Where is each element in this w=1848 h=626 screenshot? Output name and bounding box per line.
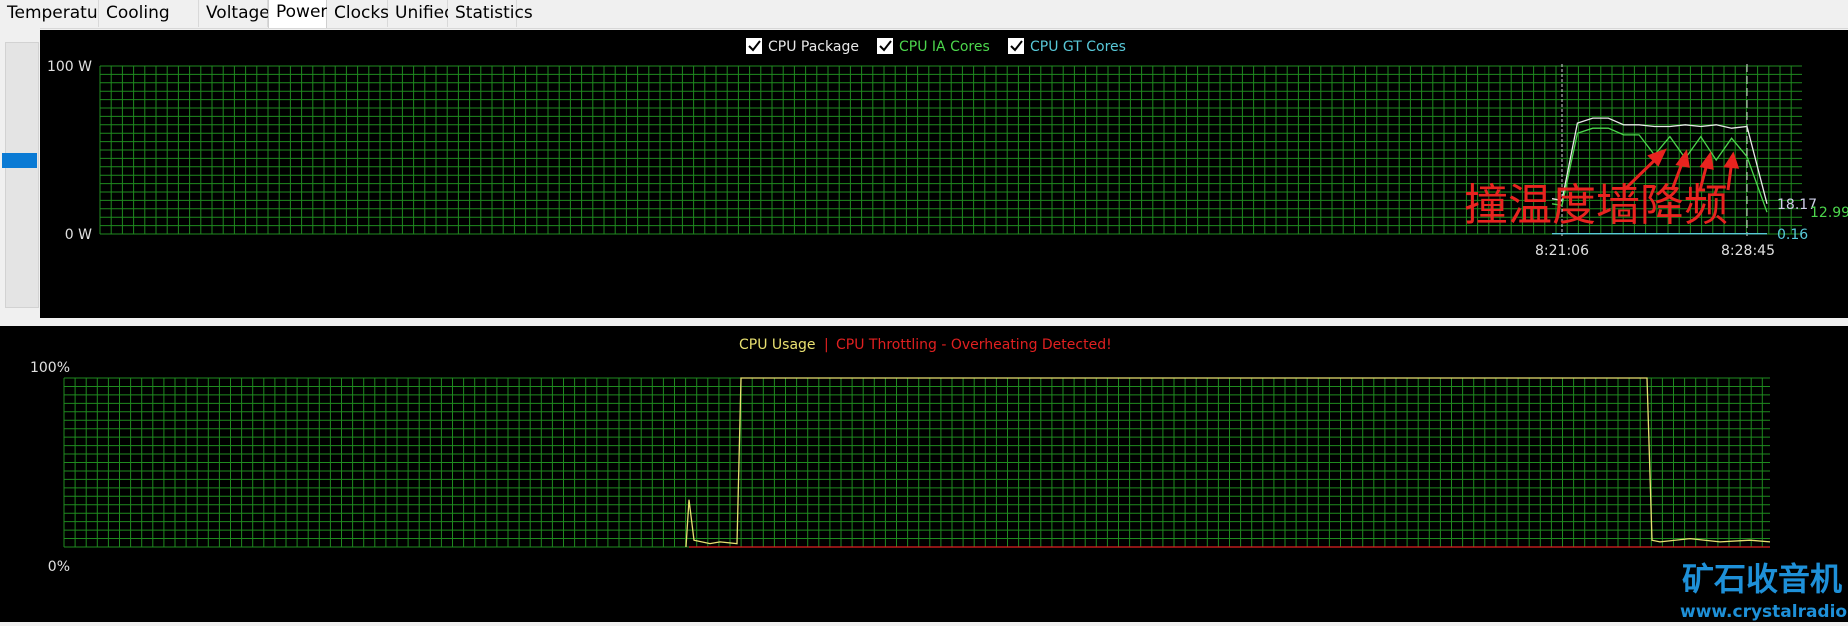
value-cpu-ia-cores: 12.99	[1810, 205, 1848, 221]
legend-cpu-gt-cores[interactable]: CPU GT Cores	[1008, 38, 1126, 55]
usage-chart: CPU Usage | CPU Throttling - Overheating…	[30, 337, 1848, 622]
tab-statistics[interactable]: Statistics	[448, 0, 533, 27]
legend-cpu-ia-cores[interactable]: CPU IA Cores	[877, 38, 990, 55]
tab-powers[interactable]: Powers	[268, 0, 336, 28]
checkbox-cpu-gt-cores[interactable]	[1008, 38, 1024, 54]
y-axis-bottom-label: 0 W	[65, 227, 92, 243]
power-chart-panel: CPU Package CPU IA Cores CPU GT Cores 10…	[40, 30, 1848, 318]
arrow-head-icon	[1699, 151, 1714, 170]
usage-chart-grid	[63, 377, 1770, 548]
zoom-slider-track[interactable]	[5, 42, 39, 308]
legend-cpu-package[interactable]: CPU Package	[746, 38, 859, 55]
watermark-title: 矿石收音机	[1682, 560, 1842, 598]
power-chart: CPU Package CPU IA Cores CPU GT Cores 10…	[47, 38, 1848, 259]
annotation-text: 撞温度墙降频	[1464, 180, 1728, 231]
checkbox-cpu-package[interactable]	[746, 38, 762, 54]
time-label-end: 8:28:45	[1721, 243, 1775, 259]
value-cpu-gt-cores: 0.16	[1777, 227, 1808, 243]
tab-bar: Temperatures Cooling Fans Voltages Power…	[0, 0, 1848, 50]
legend-separator: |	[824, 337, 829, 353]
legend-label-cpu-package: CPU Package	[768, 39, 859, 55]
tab-cooling-fans[interactable]: Cooling Fans	[99, 0, 199, 50]
panel-separator	[0, 318, 1848, 326]
legend-cpu-usage[interactable]: CPU Usage	[739, 337, 816, 353]
tab-clocks[interactable]: Clocks	[327, 0, 389, 27]
tab-voltages[interactable]: Voltages	[199, 0, 279, 27]
legend-label-cpu-ia-cores: CPU IA Cores	[899, 39, 990, 55]
watermark: 矿石收音机 www.crystalradio.cn	[1680, 560, 1848, 622]
legend-cpu-throttling[interactable]: CPU Throttling - Overheating Detected!	[836, 337, 1112, 353]
watermark-url: www.crystalradio.cn	[1680, 602, 1848, 622]
tab-unified[interactable]: Unified	[388, 0, 455, 27]
y-axis-top-label: 100 W	[47, 59, 92, 75]
zoom-slider-thumb[interactable]	[2, 153, 37, 168]
usage-chart-panel: CPU Usage | CPU Throttling - Overheating…	[0, 326, 1848, 622]
tab-temperatures[interactable]: Temperatures	[0, 0, 124, 27]
y-axis-bottom-label: 0%	[48, 559, 70, 575]
y-axis-top-label: 100%	[30, 360, 70, 376]
zoom-slider-area	[0, 28, 40, 320]
legend-label-cpu-gt-cores: CPU GT Cores	[1030, 39, 1126, 55]
checkbox-cpu-ia-cores[interactable]	[877, 38, 893, 54]
time-label-start: 8:21:06	[1535, 243, 1589, 259]
